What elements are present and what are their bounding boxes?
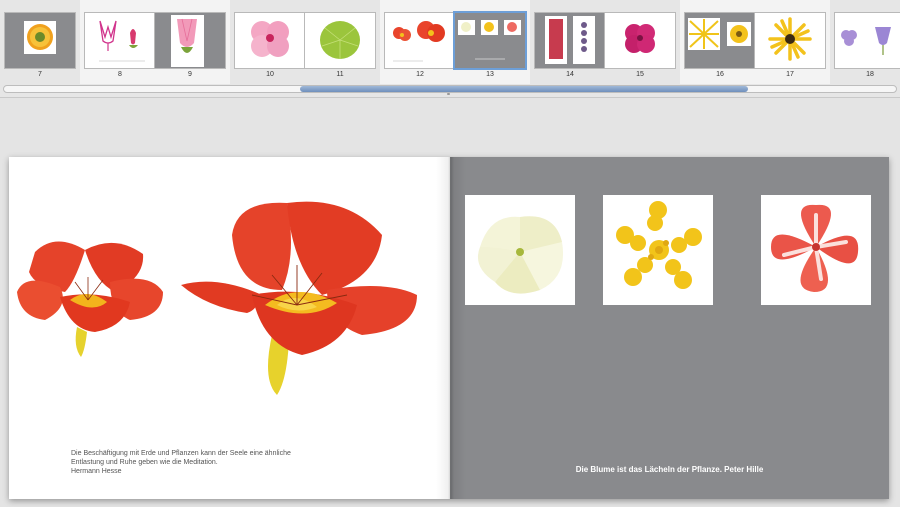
page-number: 17 [786,71,794,78]
page-number: 18 [866,71,874,78]
right-page-quote[interactable]: Die Blume ist das Lächeln der Pflanze. P… [450,465,889,474]
page-thumb-9[interactable] [155,13,225,68]
page-thumb-18[interactable] [835,13,900,68]
hibiscus-thumb [251,21,289,57]
quote-line-1: Die Beschäftigung mit Erde und Pflanzen … [71,450,291,457]
page-thumb-7[interactable] [5,13,75,68]
spread-14-15[interactable]: 14 15 [530,0,680,84]
page-thumb-13[interactable] [455,13,525,68]
left-page[interactable]: Die Beschäftigung mit Erde und Pflanzen … [9,157,450,499]
page-thumb-17[interactable] [755,13,825,68]
page-number: 13 [486,71,494,78]
page-thumb-11[interactable] [305,13,375,68]
book-spread: Die Beschäftigung mit Erde und Pflanzen … [9,157,889,499]
nasturtium-photo-small [17,241,163,357]
white-petunia-photo[interactable] [465,195,575,305]
page-number: 12 [416,71,424,78]
page-thumb-16[interactable] [685,13,755,68]
page-number: 7 [38,71,42,78]
page-thumb-15[interactable] [605,13,675,68]
spread-18-19[interactable]: 18 [830,0,900,84]
page-number: 8 [118,71,122,78]
page-number: 16 [716,71,724,78]
tulip-thumb [99,20,145,62]
bellflower-thumb [841,27,891,55]
page-number: 10 [266,71,274,78]
sunflower-thumb [24,21,56,54]
page-navigator: 7 8 9 10 11 12 13 14 15 16 17 18 [0,0,900,98]
spread-6-7[interactable]: 7 [0,0,80,84]
nasturtium-thumb [393,21,445,62]
scrollbar-thumb[interactable] [300,86,748,92]
page-number: 11 [336,71,344,78]
red-impatiens-photo[interactable] [761,195,871,305]
page-number: 14 [566,71,574,78]
nasturtium-photo-large [181,201,417,395]
daisy-thumb [688,18,751,50]
resize-handle[interactable] [447,93,450,95]
left-page-quote[interactable]: Die Beschäftigung mit Erde und Pflanzen … [71,449,331,476]
spread-12-13[interactable]: 12 13 [380,0,530,84]
page-thumb-10[interactable] [235,13,305,68]
page-thumb-12[interactable] [385,13,455,68]
yellow-lantana-image [616,201,702,289]
quote-author: Hermann Hesse [71,468,122,475]
page-thumb-8[interactable] [85,13,155,68]
bell-flower-thumb [171,15,204,67]
red-impatiens-image [771,204,859,292]
spike-flowers-thumb [545,16,595,64]
page-thumb-14[interactable] [535,13,605,68]
right-page[interactable]: Die Blume ist das Lächeln der Pflanze. P… [450,157,889,499]
petunia-thumb [625,24,655,53]
flower-grid-thumb [458,20,521,60]
spread-16-17[interactable]: 16 17 [680,0,830,84]
page-number: 15 [636,71,644,78]
page-number: 9 [188,71,192,78]
rudbeckia-thumb [768,17,812,61]
yellow-lantana-photo[interactable] [603,195,713,305]
spread-10-11[interactable]: 10 11 [230,0,380,84]
white-petunia-image [477,216,564,294]
navigator-scrollbar[interactable] [3,85,897,93]
quote-line-2: Entlastung und Ruhe geben wie die Medita… [71,459,218,466]
spread-8-9[interactable]: 8 9 [80,0,230,84]
leaf-thumb [320,21,360,59]
